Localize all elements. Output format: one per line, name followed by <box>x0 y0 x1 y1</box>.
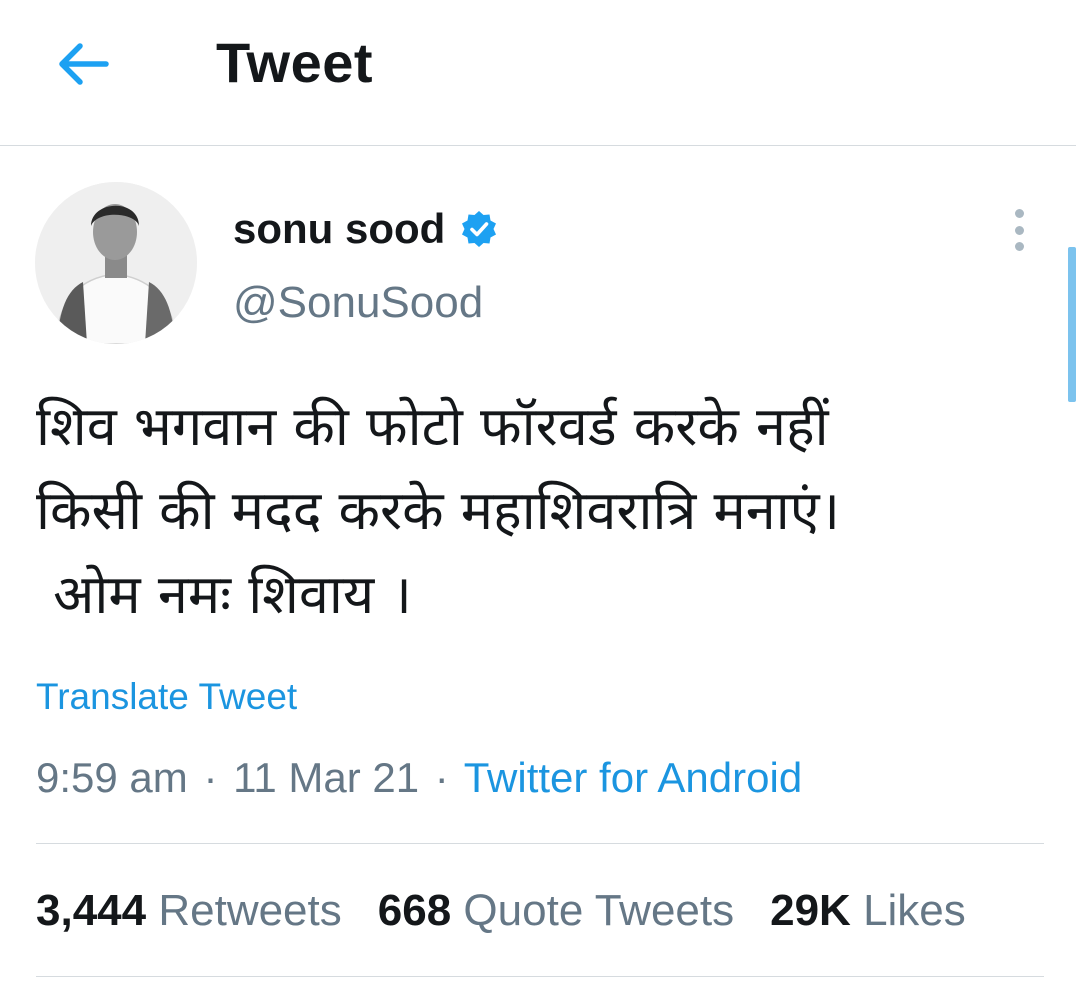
tweet-metadata: 9:59 am · 11 Mar 21 · Twitter for Androi… <box>36 754 802 802</box>
page-title: Tweet <box>216 31 374 94</box>
verified-badge-icon <box>459 209 499 249</box>
separator: · <box>203 754 218 801</box>
translate-tweet-link[interactable]: Translate Tweet <box>36 676 297 718</box>
divider <box>36 976 1044 977</box>
tweet-source-link[interactable]: Twitter for Android <box>464 754 802 801</box>
tweet-text: शिव भगवान की फोटो फॉरवर्ड करके नहीं किसी… <box>36 385 1046 637</box>
tweet-date: 11 Mar 21 <box>233 754 420 801</box>
tweet-text-line: ओम नमः शिवाय । <box>36 563 412 626</box>
separator: · <box>434 754 449 801</box>
stat-count: 3,444 <box>36 886 147 935</box>
tweet-stats: 3,444 Retweets 668 Quote Tweets 29K Like… <box>36 886 1002 936</box>
author-name-text: sonu sood <box>233 205 446 252</box>
author-display-name[interactable]: sonu sood <box>233 205 499 253</box>
stat-count: 668 <box>377 886 452 935</box>
top-app-bar: Tweet <box>0 0 1076 146</box>
retweets-stat[interactable]: 3,444 Retweets <box>36 886 342 936</box>
likes-stat[interactable]: 29K Likes <box>770 886 966 936</box>
stat-label: Retweets <box>158 886 342 935</box>
stat-label: Likes <box>863 886 966 935</box>
avatar[interactable] <box>35 182 197 344</box>
scrollbar[interactable] <box>1068 247 1076 402</box>
profile-photo <box>35 182 197 344</box>
tweet-text-line: किसी की मदद करके महाशिवरात्रि मनाएं। <box>36 479 841 542</box>
more-vertical-icon <box>1014 209 1024 251</box>
author-handle[interactable]: @SonuSood <box>233 278 483 328</box>
arrow-left-icon <box>59 43 109 85</box>
tweet-text-line: शिव भगवान की फोटो फॉरवर्ड करके नहीं <box>36 395 829 458</box>
tweet-time: 9:59 am <box>36 754 188 801</box>
divider <box>36 843 1044 844</box>
stat-count: 29K <box>770 886 851 935</box>
back-button[interactable] <box>52 36 114 92</box>
stat-label: Quote Tweets <box>463 886 735 935</box>
quote-tweets-stat[interactable]: 668 Quote Tweets <box>378 886 734 936</box>
more-options-button[interactable] <box>1000 205 1038 255</box>
